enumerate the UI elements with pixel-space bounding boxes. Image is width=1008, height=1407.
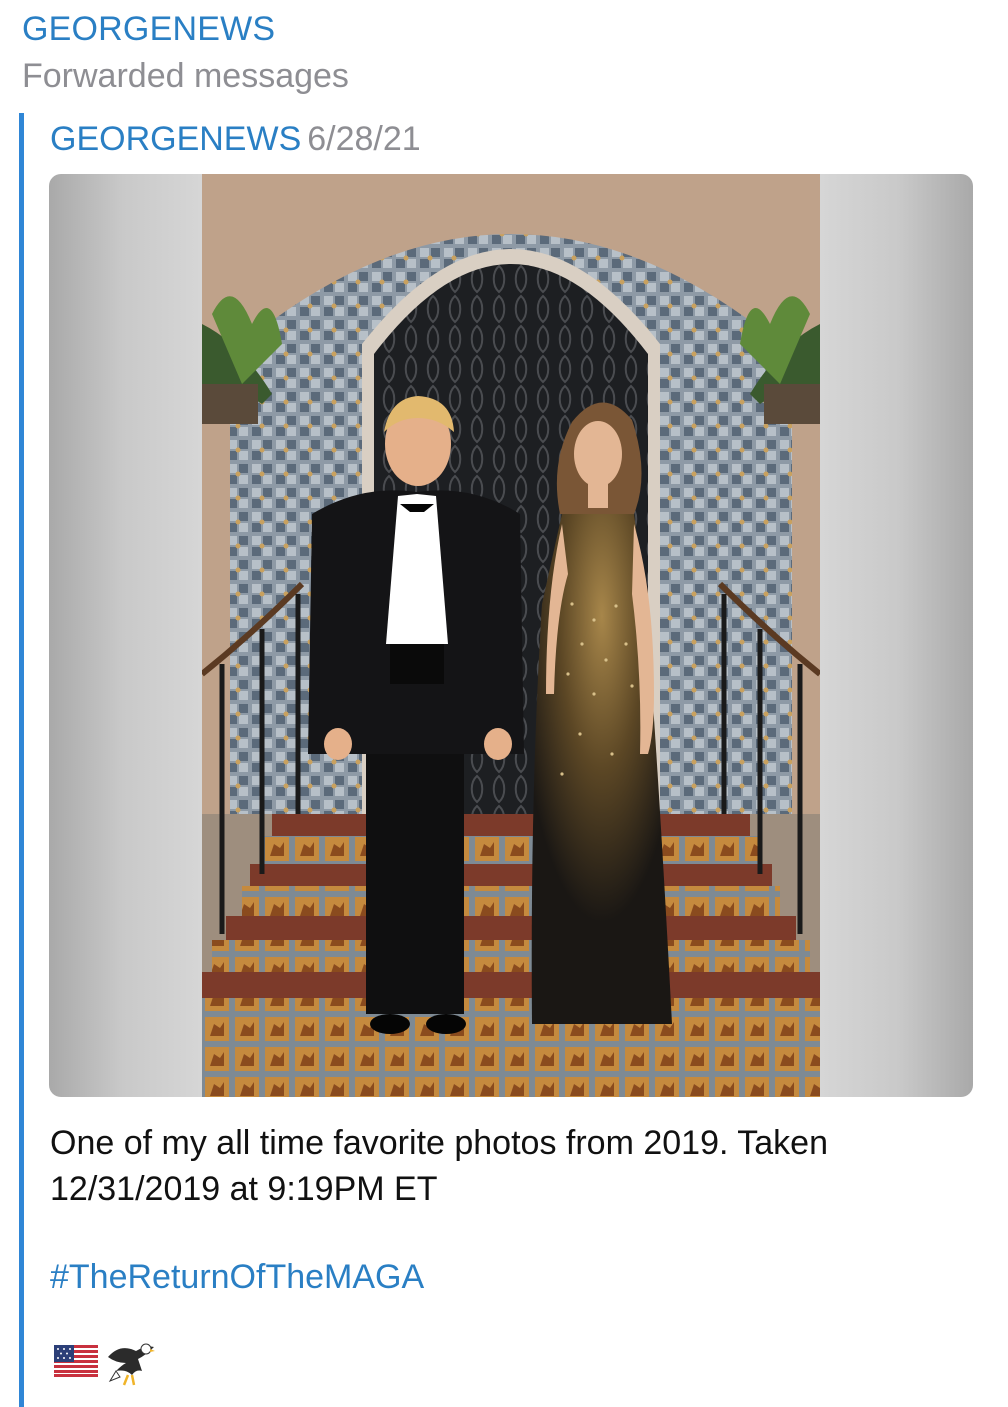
forward-author-link[interactable]: GEORGENEWS [50, 120, 301, 158]
forward-quote-bar [19, 113, 24, 1407]
message-caption: One of my all time favorite photos from … [50, 1124, 828, 1208]
photo-attachment[interactable] [49, 174, 973, 1097]
forward-header: GEORGENEWS 6/28/21 [50, 120, 421, 159]
forwarded-messages-label: Forwarded messages [22, 57, 349, 95]
eagle-icon [108, 1343, 155, 1386]
message-view: GEORGENEWS Forwarded messages GEORGENEWS… [0, 0, 1008, 1407]
message-date: 6/28/21 [307, 120, 421, 158]
us-flag-icon [54, 1345, 98, 1377]
photo-image [202, 174, 820, 1097]
hashtag-link[interactable]: #TheReturnOfTheMAGA [50, 1258, 424, 1297]
channel-title[interactable]: GEORGENEWS [22, 10, 275, 49]
